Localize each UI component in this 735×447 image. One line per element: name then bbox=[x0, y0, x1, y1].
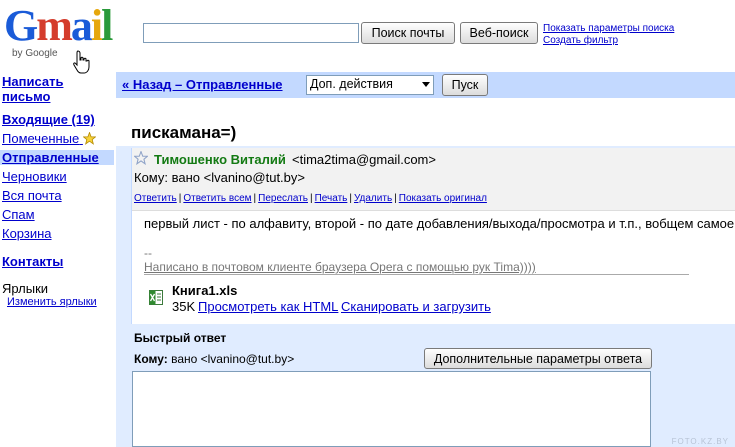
message-actions: Ответить | Ответить всем | Переслать | Печать |… bbox=[134, 193, 487, 204]
delete-link[interactable]: Удалить bbox=[354, 193, 392, 204]
more-actions-value: Доп. действия bbox=[310, 77, 393, 91]
divider bbox=[144, 274, 689, 275]
quick-reply-textarea[interactable] bbox=[132, 371, 651, 447]
message-body: первый лист - по алфавиту, второй - по д… bbox=[144, 216, 735, 231]
scan-download-link[interactable]: Сканировать и загрузить bbox=[341, 299, 491, 314]
sidebar-item-spam[interactable]: Спам bbox=[2, 207, 35, 222]
sidebar-item-contacts[interactable]: Контакты bbox=[2, 254, 63, 269]
edit-labels-link[interactable]: Изменить ярлыки bbox=[7, 296, 97, 308]
reply-link[interactable]: Ответить bbox=[134, 193, 177, 204]
print-link[interactable]: Печать bbox=[315, 193, 348, 204]
labels-title: Ярлыки bbox=[2, 281, 49, 296]
search-mail-button[interactable]: Поиск почты bbox=[361, 22, 455, 44]
create-filter-link[interactable]: Создать фильтр bbox=[543, 35, 618, 46]
watermark: FOTO.KZ.BY bbox=[671, 437, 729, 446]
star-outline-icon[interactable] bbox=[134, 151, 148, 165]
attachment-name: Книга1.xls bbox=[172, 283, 238, 298]
gmail-logo-wordmark: Gmail bbox=[4, 1, 113, 50]
signature-separator: -- bbox=[144, 246, 152, 260]
quick-reply-title: Быстрый ответ bbox=[134, 331, 227, 345]
quick-reply-recipient: Кому: вано <lvanino@tut.by> bbox=[134, 352, 295, 366]
signature-text: Написано в почтовом клиенте браузера Ope… bbox=[144, 260, 536, 274]
back-to-sent-link[interactable]: « Назад – Отправленные bbox=[122, 77, 283, 92]
message-toolbar: « Назад – Отправленные Доп. действия Пус… bbox=[116, 72, 735, 98]
hand-cursor-icon bbox=[73, 50, 90, 74]
search-options-link[interactable]: Показать параметры поиска bbox=[543, 23, 674, 34]
sidebar-item-inbox[interactable]: Входящие (19) bbox=[2, 112, 95, 127]
message-header: Тимошенко Виталий <tima2tima@gmail.com> … bbox=[132, 148, 735, 211]
more-actions-select[interactable]: Доп. действия bbox=[306, 75, 434, 95]
web-search-button[interactable]: Веб-поиск bbox=[460, 22, 538, 44]
message-subject: пискамана=) bbox=[131, 123, 237, 142]
star-icon bbox=[82, 132, 96, 145]
reply-all-link[interactable]: Ответить всем bbox=[183, 193, 251, 204]
sidebar-item-drafts[interactable]: Черновики bbox=[2, 169, 67, 184]
go-button[interactable]: Пуск bbox=[442, 74, 488, 96]
search-input[interactable] bbox=[143, 23, 359, 43]
more-reply-options-button[interactable]: Дополнительные параметры ответа bbox=[424, 348, 652, 369]
gmail-logo[interactable]: Gmail by Google bbox=[4, 1, 129, 64]
sidebar-item-trash[interactable]: Корзина bbox=[2, 226, 52, 241]
message-card: Тимошенко Виталий <tima2tima@gmail.com> … bbox=[131, 148, 735, 324]
sender-name[interactable]: Тимошенко Виталий bbox=[154, 152, 286, 167]
sidebar-item-all-mail[interactable]: Вся почта bbox=[2, 188, 62, 203]
sender-email: <tima2tima@gmail.com> bbox=[292, 152, 436, 167]
show-original-link[interactable]: Показать оригинал bbox=[399, 193, 487, 204]
view-as-html-link[interactable]: Просмотреть как HTML bbox=[198, 299, 338, 314]
compose-link[interactable]: Написать письмо bbox=[2, 74, 63, 104]
attachment-size: 35K bbox=[172, 299, 196, 314]
sidebar-item-sent[interactable]: Отправленные bbox=[0, 150, 114, 165]
recipient-line: Кому: вано <lvanino@tut.by> bbox=[134, 170, 305, 185]
sidebar-item-starred[interactable]: Помеченные bbox=[2, 131, 96, 146]
logo-byline: by Google bbox=[12, 48, 58, 59]
excel-file-icon bbox=[149, 290, 163, 305]
chevron-down-icon bbox=[422, 82, 430, 87]
forward-link[interactable]: Переслать bbox=[258, 193, 308, 204]
